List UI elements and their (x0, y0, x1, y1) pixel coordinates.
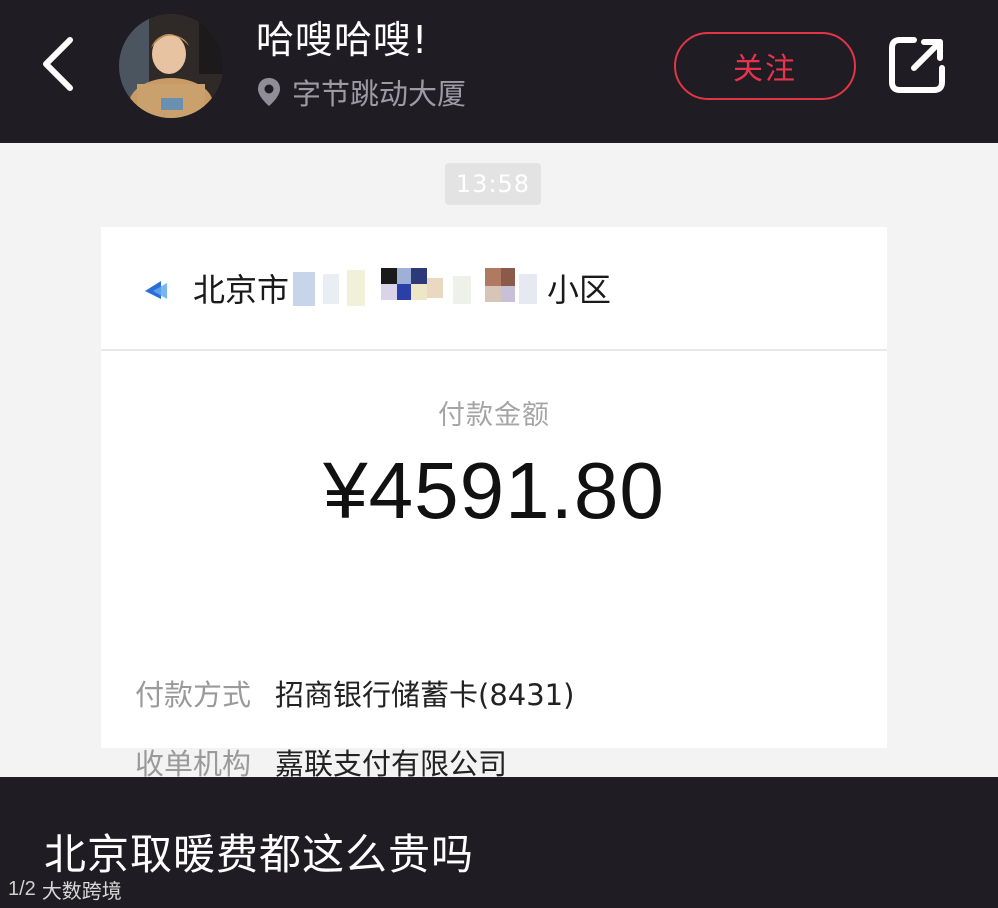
receipt-header: 北京市 小区 (101, 227, 887, 351)
message-timestamp: 13:58 (445, 163, 541, 205)
amount-value: ¥4591.80 (323, 446, 665, 535)
payment-method-label: 付款方式 (135, 678, 252, 712)
username: 哈嗖哈嗖! (256, 18, 429, 62)
watermark: 1/2 大数跨境 (8, 875, 122, 904)
payment-method-row: 付款方式 招商银行储蓄卡(8431) (135, 672, 574, 714)
caption-area: 北京取暖费都这么贵吗 1/2 大数跨境 (0, 777, 998, 908)
avatar-image (119, 14, 223, 118)
location-label: 字节跳动大厦 (292, 77, 467, 111)
payment-method-value: 招商银行储蓄卡(8431) (275, 678, 575, 712)
share-external-icon (889, 37, 945, 93)
amount-label: 付款金额 (438, 400, 550, 431)
follow-button[interactable]: 关注 (674, 32, 856, 100)
top-navigation-bar: 哈嗖哈嗖! 字节跳动大厦 关注 (0, 0, 998, 143)
share-button[interactable] (886, 34, 948, 96)
merchant-name: 北京市 小区 (193, 267, 611, 313)
back-button[interactable] (30, 28, 86, 100)
chat-content: 13:58 北京市 小区 付款金额 ¥4591.80 付款方式 招商银行储蓄卡(… (0, 143, 998, 781)
merchant-logo-icon (145, 281, 167, 299)
merchant-name-suffix: 小区 (547, 271, 612, 309)
payment-receipt-card[interactable]: 北京市 小区 付款金额 ¥4591.80 付款方式 招商银行储蓄卡(8431) … (101, 227, 887, 781)
map-pin-icon (258, 78, 280, 106)
chevron-left-icon (43, 37, 73, 91)
redacted-mosaic (293, 268, 543, 312)
merchant-name-prefix: 北京市 (193, 271, 290, 309)
watermark-text: 大数跨境 (41, 879, 122, 903)
avatar[interactable] (119, 14, 223, 118)
watermark-logo: 1/2 (8, 878, 36, 900)
location-tag[interactable]: 字节跳动大厦 (256, 72, 466, 112)
